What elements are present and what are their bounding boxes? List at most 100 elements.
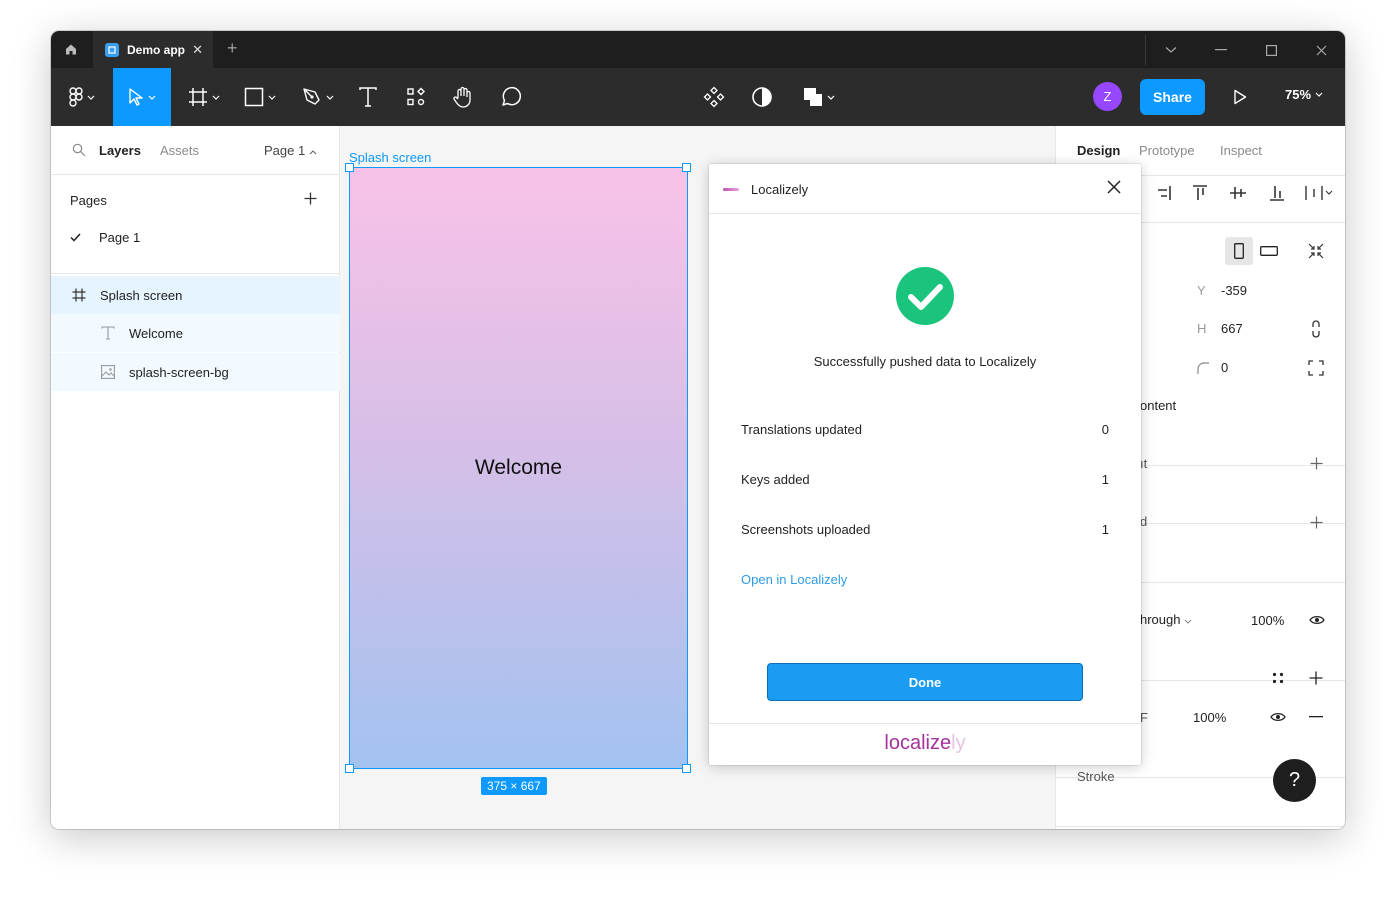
shape-tool-button[interactable] <box>237 68 283 126</box>
tab-prototype[interactable]: Prototype <box>1139 143 1195 158</box>
comment-icon <box>502 86 522 106</box>
new-tab-button[interactable]: + <box>227 38 238 59</box>
cursor-icon <box>129 88 143 106</box>
style-grid-icon[interactable] <box>1268 668 1288 688</box>
layer-welcome[interactable]: Welcome <box>51 314 340 352</box>
divider <box>51 273 339 274</box>
stat-label: Keys added <box>741 472 810 487</box>
splash-screen-frame[interactable]: Welcome <box>349 167 688 769</box>
pen-tool-button[interactable] <box>295 68 341 126</box>
stat-label: Screenshots uploaded <box>741 522 871 537</box>
plus-icon[interactable] <box>1306 668 1326 688</box>
blend-mode-dropdown[interactable]: hrough <box>1140 612 1192 627</box>
page-selector[interactable]: Page 1 <box>264 143 317 158</box>
layer-splash-screen[interactable]: Splash screen <box>51 276 340 314</box>
home-icon[interactable] <box>59 37 83 61</box>
h-input[interactable]: 667 <box>1221 321 1243 336</box>
resize-handle[interactable] <box>345 163 354 172</box>
rectangle-icon <box>244 87 264 107</box>
chevron-down-icon <box>1315 92 1323 97</box>
share-button[interactable]: Share <box>1140 79 1205 115</box>
plus-icon[interactable] <box>1306 453 1326 473</box>
page-item[interactable]: Page 1 <box>70 230 140 245</box>
align-top-icon[interactable] <box>1190 183 1210 203</box>
resources-button[interactable] <box>401 68 431 126</box>
close-icon[interactable] <box>1106 179 1126 199</box>
distribute-icon[interactable] <box>1304 183 1334 203</box>
independent-corners-icon[interactable] <box>1306 358 1326 378</box>
add-page-button[interactable] <box>300 188 320 208</box>
stat-row: Screenshots uploaded 1 <box>741 522 1109 537</box>
close-tab-icon[interactable]: ✕ <box>192 42 203 58</box>
dimensions-badge: 375 × 667 <box>481 777 547 795</box>
contrast-icon <box>752 87 772 107</box>
search-icon[interactable] <box>72 143 86 157</box>
stat-value: 0 <box>1101 422 1109 437</box>
avatar[interactable]: Z <box>1093 82 1122 111</box>
main-menu-button[interactable] <box>59 68 105 126</box>
toolbar: Z Share 75% <box>51 68 1345 126</box>
align-middle-icon[interactable] <box>1228 183 1248 203</box>
eye-icon[interactable] <box>1268 707 1288 727</box>
resize-handle[interactable] <box>682 163 691 172</box>
chevron-down-icon[interactable] <box>1161 40 1181 60</box>
minimize-icon[interactable] <box>1211 40 1231 60</box>
chevron-down-icon <box>1184 619 1192 624</box>
comment-tool-button[interactable] <box>496 68 526 126</box>
tab-design[interactable]: Design <box>1077 143 1120 158</box>
radius-input[interactable]: 0 <box>1221 360 1228 375</box>
hand-tool-button[interactable] <box>448 68 478 126</box>
y-input[interactable]: -359 <box>1221 283 1247 298</box>
resize-handle[interactable] <box>345 764 354 773</box>
minus-icon[interactable] <box>1306 707 1326 727</box>
mask-button[interactable] <box>747 68 777 126</box>
text-tool-button[interactable] <box>353 68 383 126</box>
resize-handle[interactable] <box>682 764 691 773</box>
layer-splash-screen-bg[interactable]: splash-screen-bg <box>51 353 340 391</box>
maximize-icon[interactable] <box>1261 40 1281 60</box>
fill-hex[interactable]: F <box>1140 710 1148 725</box>
resize-to-fit-icon[interactable] <box>1306 241 1326 261</box>
welcome-text[interactable]: Welcome <box>350 456 687 480</box>
move-tool-button[interactable] <box>113 68 171 126</box>
landscape-icon[interactable] <box>1259 241 1279 261</box>
section-label: ıt <box>1140 456 1148 471</box>
resources-icon <box>407 87 425 106</box>
align-right-icon[interactable] <box>1153 183 1173 203</box>
divider <box>1056 826 1345 827</box>
tab-layers[interactable]: Layers <box>99 143 141 158</box>
tab-inspect[interactable]: Inspect <box>1220 143 1262 158</box>
components-button[interactable] <box>699 68 729 126</box>
constrain-proportions-icon[interactable] <box>1306 319 1326 339</box>
corner-radius-icon <box>1193 358 1213 378</box>
frame-tool-button[interactable] <box>181 68 227 126</box>
pages-heading: Pages <box>70 193 107 208</box>
blend-mode-label: hrough <box>1140 612 1181 627</box>
text-icon <box>359 87 377 107</box>
done-button[interactable]: Done <box>767 663 1083 701</box>
plus-icon[interactable] <box>1306 512 1326 532</box>
stat-value: 1 <box>1101 522 1109 537</box>
help-button[interactable]: ? <box>1273 759 1316 802</box>
frame-label[interactable]: Splash screen <box>349 150 431 165</box>
present-button[interactable] <box>1227 68 1253 126</box>
footer-brand-suffix: ly <box>951 732 966 754</box>
align-bottom-icon[interactable] <box>1267 183 1287 203</box>
tab-title: Demo app <box>127 42 186 57</box>
figma-logo-icon <box>69 87 83 107</box>
tab-demo-app[interactable]: Demo app ✕ <box>93 31 213 68</box>
portrait-icon[interactable] <box>1225 237 1253 265</box>
frame-icon <box>72 288 86 302</box>
close-window-icon[interactable] <box>1311 40 1331 60</box>
open-in-localizely-link[interactable]: Open in Localizely <box>741 572 847 587</box>
boolean-ops-button[interactable] <box>797 68 841 126</box>
stat-row: Translations updated 0 <box>741 422 1109 437</box>
y-label: Y <box>1197 283 1206 298</box>
tab-assets[interactable]: Assets <box>160 143 199 158</box>
layer-opacity-input[interactable]: 100% <box>1251 613 1284 628</box>
layer-label: splash-screen-bg <box>129 364 229 380</box>
success-check-icon <box>896 267 954 325</box>
eye-icon[interactable] <box>1307 610 1327 630</box>
fill-opacity-input[interactable]: 100% <box>1193 710 1226 725</box>
zoom-dropdown[interactable]: 75% <box>1285 87 1323 102</box>
